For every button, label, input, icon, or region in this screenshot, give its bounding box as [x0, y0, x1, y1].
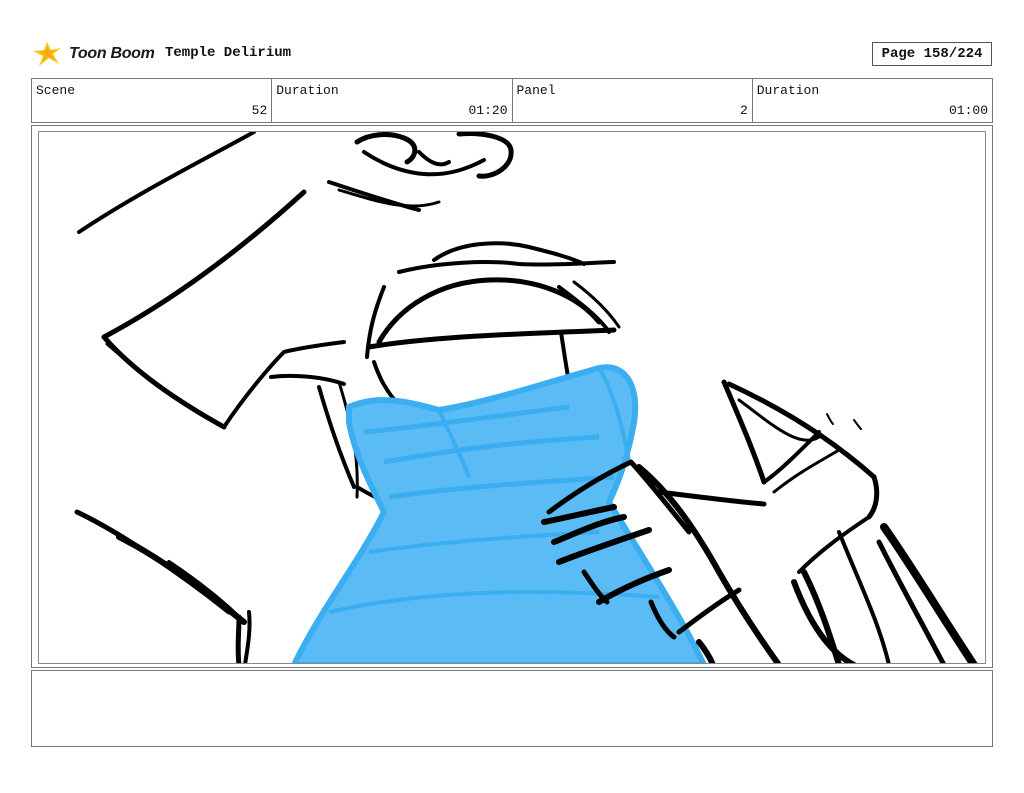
panel-duration-label: Duration [756, 83, 820, 98]
sketch-stroke [772, 448, 841, 494]
panel-notes [31, 670, 993, 747]
sketch-stroke [726, 381, 877, 480]
sketch-stroke [880, 523, 978, 663]
sketch-stroke [77, 132, 256, 234]
info-row: Scene 52 Duration 01:20 Panel 2 Duration… [31, 78, 993, 123]
sketch-stroke [366, 327, 617, 350]
panel-cell: Panel 2 [513, 79, 753, 122]
sketch-stroke [116, 534, 247, 625]
sketch-stroke [853, 419, 862, 430]
storyboard-sketch [74, 132, 978, 663]
sketch-stroke [337, 188, 441, 208]
sketch-stroke [417, 150, 451, 167]
project-title: Temple Delirium [165, 45, 292, 61]
panel-duration-value: 01:00 [948, 103, 988, 118]
panel-duration-cell: Duration 01:00 [753, 79, 992, 122]
sketch-stroke [269, 373, 346, 386]
scene-label: Scene [36, 83, 76, 98]
sketch-stroke [317, 385, 356, 489]
scene-cell: Scene 52 [32, 79, 273, 122]
sketch-stroke [737, 398, 821, 442]
page-counter: Page 158/224 [872, 42, 992, 66]
scene-duration-cell: Duration 01:20 [272, 79, 513, 122]
sketch-stroke [762, 430, 821, 484]
blue-figure [291, 364, 707, 663]
sketch-stroke [797, 515, 871, 574]
sketch-stroke [354, 132, 418, 165]
logo-text: Toon Boom [69, 45, 155, 62]
sketch-stroke [101, 189, 307, 340]
sketch-stroke [235, 614, 242, 663]
panel-label: Panel [516, 83, 556, 98]
sketch-stroke [74, 509, 232, 615]
page-label: Page 158/224 [881, 46, 983, 62]
sketch-stroke [826, 413, 834, 425]
storyboard-panel [38, 131, 986, 664]
sketch-stroke [101, 334, 227, 430]
scene-duration-label: Duration [276, 83, 339, 98]
sketch-stroke [866, 474, 880, 520]
panel-value: 2 [739, 103, 748, 118]
scene-value: 52 [251, 103, 268, 118]
toon-boom-star-icon [33, 42, 61, 66]
scene-duration-value: 01:20 [468, 103, 508, 118]
sketch-stroke [105, 342, 201, 414]
sketch-stroke [432, 241, 586, 266]
toon-boom-logo: Toon Boom [33, 38, 158, 70]
